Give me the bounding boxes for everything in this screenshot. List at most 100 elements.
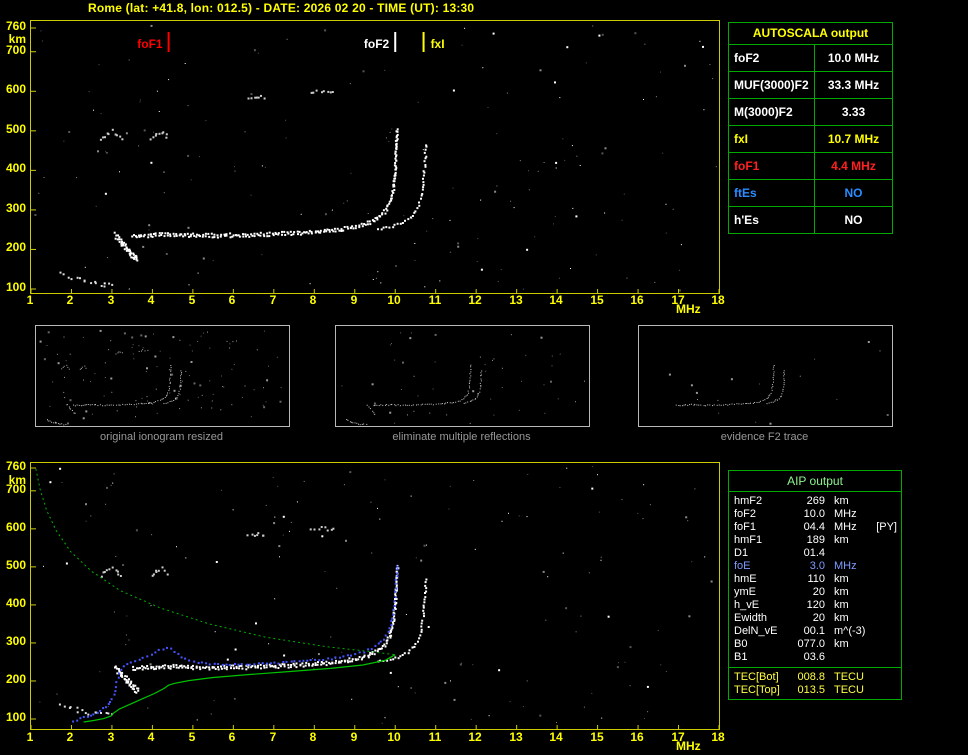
autoscala-value: NO: [844, 213, 863, 227]
autoscala-param: h'Es: [729, 207, 815, 233]
aip-val: 120: [806, 599, 825, 611]
axis-tick-label: 6: [228, 293, 236, 307]
aip-unit: MHz: [834, 521, 857, 533]
thumbnail-f2-trace-caption: evidence F2 trace: [720, 431, 809, 443]
aip-row-hmF2: hmF2 269 km: [729, 495, 901, 508]
axis-tick-label: 18: [711, 730, 725, 744]
axis-tick-label: 200: [5, 240, 26, 254]
aip-val: 077.0: [797, 638, 825, 650]
aip-param: B1: [734, 651, 748, 663]
aip-row-TEC[Bot]: TEC[Bot] 008.8 TECU: [729, 667, 901, 684]
aip-row-TEC[Top]: TEC[Top] 013.5 TECU: [729, 684, 901, 697]
aip-extra: [872, 586, 901, 599]
autoscala-output-table: AUTOSCALA output foF2 10.0 MHz MUF(3000)F2…: [728, 22, 893, 234]
aip-row-B1: B1 03.6: [729, 651, 901, 664]
profile-ionogram-plot: [30, 462, 720, 730]
aip-val: 110: [807, 573, 825, 585]
aip-extra: [872, 638, 901, 651]
axis-tick-label: 400: [5, 596, 26, 610]
axis-tick-label: 1: [26, 293, 34, 307]
axis-tick-label: 12: [468, 293, 482, 307]
axis-tick-label: 300: [5, 201, 26, 215]
axis-tick-label: 5: [188, 293, 196, 307]
thumbnail-original-caption: original ionogram resized: [100, 431, 223, 443]
aip-table-header: AIP output: [729, 471, 901, 492]
axis-tick-label: 16: [630, 293, 644, 307]
aip-param: ymE: [734, 586, 756, 598]
axis-tick-label: 3: [107, 730, 115, 744]
axis-tick-label: 11: [428, 730, 442, 744]
axis-tick-label: 10: [387, 293, 401, 307]
aip-extra: [PY]: [876, 521, 897, 533]
aip-val: 01.4: [803, 547, 825, 559]
thumbnail-multiple-reflections: [335, 325, 590, 427]
autoscala-value: 10.0 MHz: [827, 51, 880, 65]
main-ionogram-canvas: foF1 foF2 fxI: [31, 24, 719, 293]
axis-tick-label: km: [8, 32, 26, 46]
aip-val: 10.0: [803, 508, 825, 520]
aip-row-D1: D1 01.4: [729, 547, 901, 560]
aip-unit: MHz: [834, 560, 857, 572]
axis-tick-label: 4: [147, 730, 155, 744]
aip-param: foF2: [734, 508, 757, 520]
thumbnail-multiple-reflections-canvas: [341, 332, 585, 426]
aip-row-DelN_vE: DelN_vE 00.1 m^(-3): [729, 625, 901, 638]
main-ionogram-plot: foF1 foF2 fxI: [30, 20, 720, 294]
aip-row-hmE: hmE 110 km: [729, 573, 901, 586]
axis-tick-label: 13: [509, 293, 523, 307]
thumbnail-original-canvas: [39, 329, 282, 426]
axis-tick-label: 14: [549, 730, 563, 744]
axis-tick-label: 8: [309, 293, 317, 307]
autoscala-row-MUF(3000)F2: MUF(3000)F2 33.3 MHz: [729, 72, 892, 99]
aip-extra: [872, 684, 901, 697]
aip-unit: TECU: [834, 671, 864, 683]
aip-unit: [825, 651, 872, 664]
axis-tick-label: MHz: [676, 739, 701, 753]
aip-output-table: AIP output hmF2 269 km foF2 10.0 MHz foF1 04.4 M…: [728, 470, 902, 700]
aip-unit: km: [834, 599, 849, 611]
autoscala-param: foF2: [729, 45, 815, 71]
axis-tick-label: 7: [269, 293, 277, 307]
axis-tick-label: 2: [66, 730, 74, 744]
marker-label-fxI: fxI: [431, 37, 445, 51]
axis-tick-label: 7: [269, 730, 277, 744]
window-title: Rome (lat: +41.8, lon: 012.5) - DATE: 20…: [88, 1, 475, 15]
axis-tick-label: 2: [66, 293, 74, 307]
aip-param: foF1: [734, 521, 757, 533]
autoscala-value: 33.3 MHz: [827, 78, 880, 92]
autoscala-row-fxI: fxI 10.7 MHz: [729, 126, 892, 153]
autoscala-row-M(3000)F2: M(3000)F2 3.33: [729, 99, 892, 126]
autoscala-table-rows: foF2 10.0 MHz MUF(3000)F2 33.3 MHz M(3000)F2…: [729, 45, 892, 233]
thumbnail-f2-trace: [638, 325, 893, 427]
aip-val: 00.1: [803, 625, 825, 637]
aip-unit: km: [834, 638, 849, 650]
aip-unit: [825, 547, 872, 560]
aip-extra: [872, 573, 901, 586]
marker-label-foF1: foF1: [137, 37, 163, 51]
autoscala-row-h'Es: h'Es NO: [729, 207, 892, 233]
axis-tick-label: 11: [428, 293, 442, 307]
axis-tick-label: 18: [711, 293, 725, 307]
aip-val: 04.4: [803, 521, 825, 533]
aip-param: TEC[Bot]: [734, 671, 779, 683]
aip-unit: km: [834, 534, 849, 546]
marker-label-foF2: foF2: [364, 37, 390, 51]
axis-tick-label: 12: [468, 730, 482, 744]
aip-row-h_vE: h_vE 120 km: [729, 599, 901, 612]
axis-tick-label: 500: [5, 122, 26, 136]
aip-val: 20: [812, 586, 825, 598]
autoscala-param: fxI: [729, 126, 815, 152]
autoscala-param: ftEs: [729, 180, 815, 206]
aip-unit: MHz: [834, 508, 857, 520]
autoscala-param: MUF(3000)F2: [729, 72, 815, 98]
aip-row-Ewidth: Ewidth 20 km: [729, 612, 901, 625]
autoscala-window: Rome (lat: +41.8, lon: 012.5) - DATE: 20…: [0, 0, 968, 755]
profile-ionogram-canvas: [31, 466, 719, 729]
aip-val: 189: [806, 534, 825, 546]
aip-extra: [872, 625, 901, 638]
axis-tick-label: km: [8, 473, 26, 487]
aip-val: 03.6: [803, 651, 825, 663]
aip-extra: [872, 599, 901, 612]
aip-extra: [872, 508, 901, 521]
axis-tick-label: MHz: [676, 302, 701, 316]
